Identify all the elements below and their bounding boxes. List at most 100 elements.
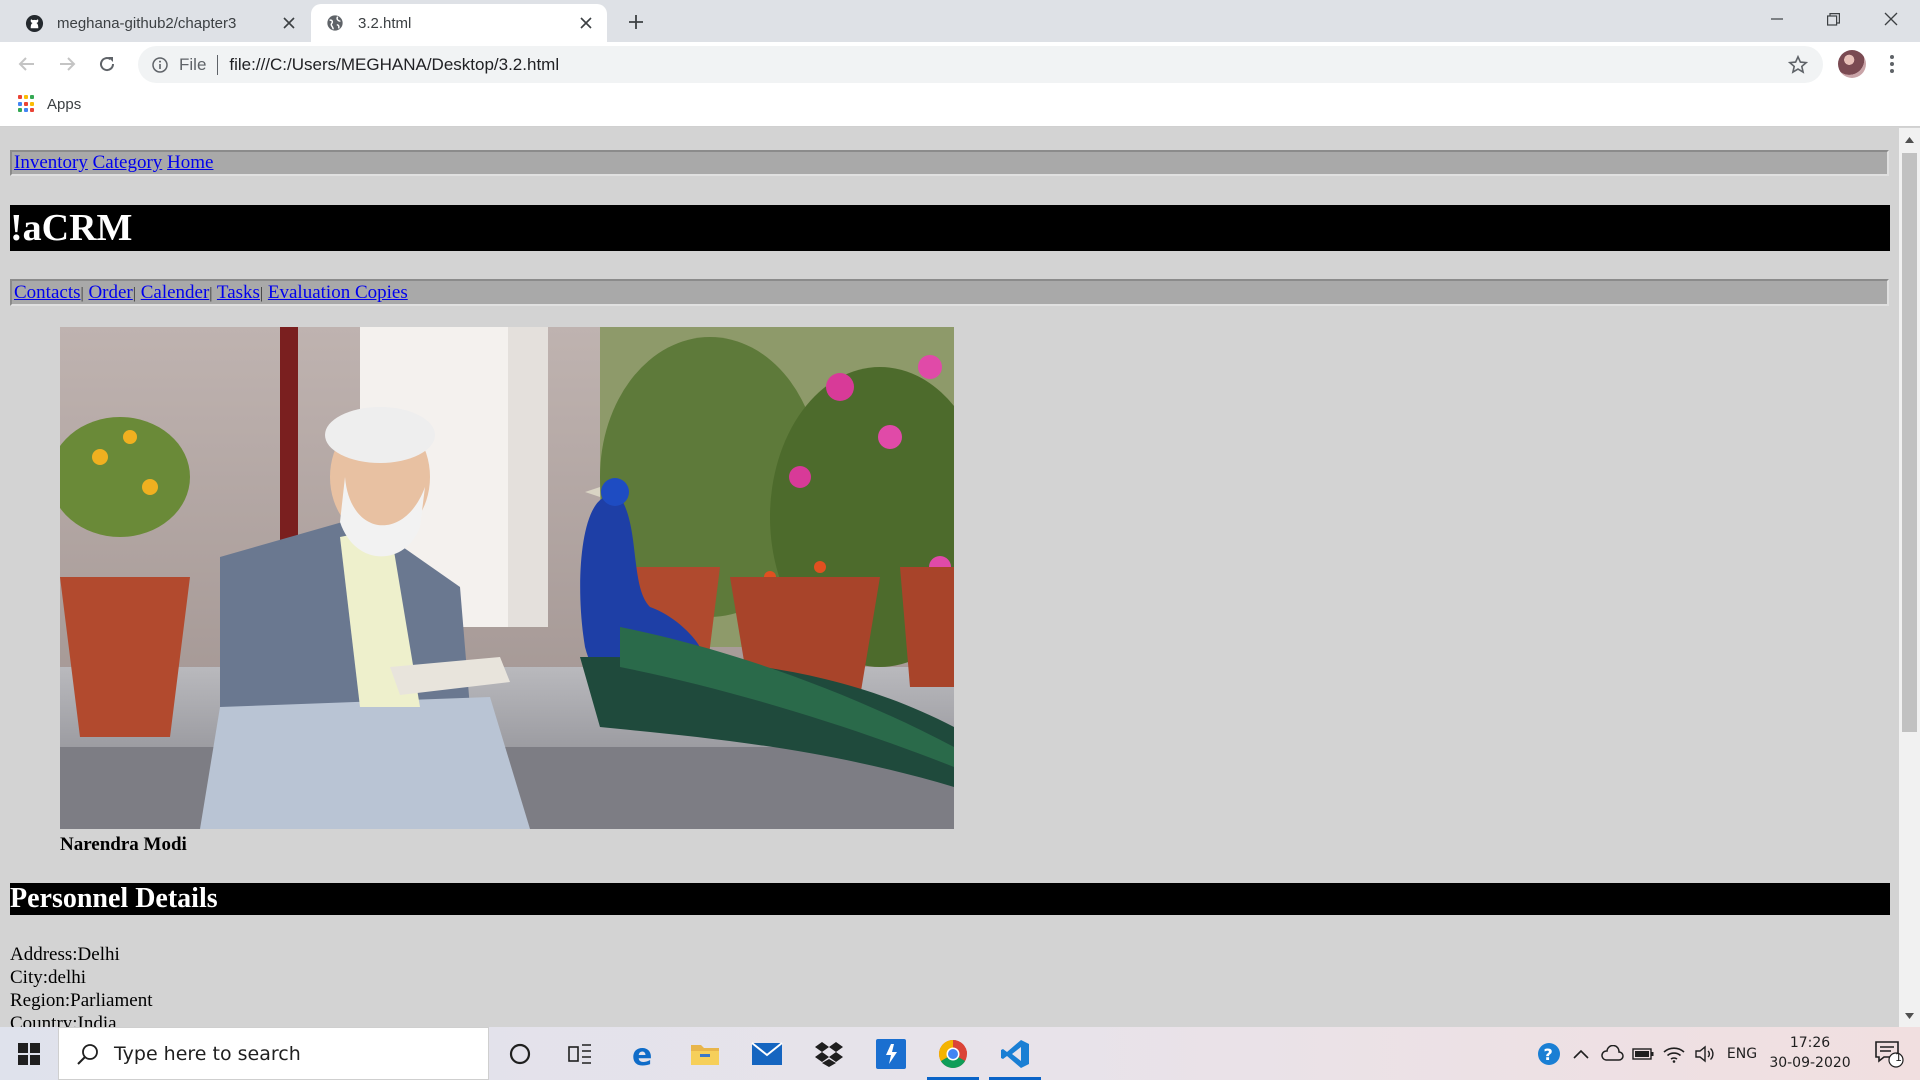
windows-logo-icon	[18, 1042, 40, 1065]
taskbar-clock[interactable]: 17:26 30-09-2020	[1765, 1033, 1855, 1073]
input-language[interactable]: ENG	[1722, 1027, 1762, 1080]
scrollbar-thumb[interactable]	[1902, 153, 1917, 732]
minimize-button[interactable]	[1750, 0, 1804, 38]
show-hidden-icons-button[interactable]	[1568, 1027, 1594, 1080]
restore-icon	[1826, 12, 1840, 26]
clock-time: 17:26	[1789, 1035, 1831, 1051]
url-text[interactable]: file:///C:/Users/MEGHANA/Desktop/3.2.htm…	[229, 55, 559, 75]
tab-active-page[interactable]: 3.2.html	[311, 4, 607, 42]
chrome-icon	[939, 1039, 967, 1068]
forward-button[interactable]	[50, 47, 84, 81]
powershell-icon	[876, 1038, 906, 1069]
search-placeholder: Type here to search	[114, 1042, 301, 1065]
dropbox-button[interactable]	[799, 1027, 859, 1080]
close-icon	[1884, 12, 1898, 26]
cloud-sync-icon	[1601, 1044, 1624, 1061]
chrome-button[interactable]	[923, 1027, 983, 1080]
scroll-up-icon[interactable]	[1904, 134, 1915, 145]
nav-link-evaluation-copies[interactable]: Evaluation Copies	[268, 282, 408, 303]
page-viewport: Inventory Category Home !aCRM Contacts| …	[0, 128, 1899, 1027]
new-tab-button[interactable]	[622, 8, 650, 36]
nav-separator: |	[80, 285, 84, 302]
detail-address: Address:Delhi	[10, 944, 120, 965]
file-explorer-button[interactable]	[675, 1027, 735, 1080]
nav-separator: |	[209, 285, 213, 302]
dropbox-icon	[815, 1041, 843, 1067]
cortana-icon	[509, 1043, 531, 1064]
plus-icon	[629, 15, 643, 29]
forward-arrow-icon	[60, 57, 76, 71]
folder-icon	[691, 1044, 719, 1065]
vscode-icon	[1001, 1039, 1029, 1068]
github-icon	[24, 13, 44, 33]
mail-button[interactable]	[737, 1027, 797, 1080]
bookmark-star-icon[interactable]	[1787, 54, 1809, 76]
edge-browser-icon: e	[632, 1040, 652, 1068]
search-icon	[76, 1042, 100, 1066]
scroll-down-icon[interactable]	[1904, 1010, 1915, 1021]
apps-grid-icon	[18, 95, 36, 113]
nav-link-category[interactable]: Category	[93, 152, 163, 173]
address-bar[interactable]: File file:///C:/Users/MEGHANA/Desktop/3.…	[138, 46, 1823, 83]
start-button[interactable]	[0, 1027, 58, 1080]
apps-shortcut[interactable]: Apps	[18, 95, 81, 113]
tab-strip: meghana-github2/chapter3 3.2.html	[0, 0, 1920, 42]
mail-icon	[751, 1041, 783, 1065]
back-button[interactable]	[10, 47, 44, 81]
nav-link-calender[interactable]: Calender	[141, 282, 210, 303]
close-tab-icon[interactable]	[276, 10, 302, 36]
sub-navigation: Contacts| Order| Calender| Tasks| Evalua…	[10, 279, 1889, 306]
help-icon: ?	[1538, 1042, 1560, 1065]
powershell-button[interactable]	[861, 1027, 921, 1080]
back-arrow-icon	[18, 57, 34, 71]
nav-link-inventory[interactable]: Inventory	[14, 152, 88, 173]
nav-link-order[interactable]: Order	[88, 282, 132, 303]
section-heading-personnel: Personnel Details	[10, 883, 1890, 915]
task-view-button[interactable]	[550, 1027, 610, 1080]
profile-avatar[interactable]	[1838, 50, 1866, 78]
nav-separator: |	[259, 285, 264, 302]
notification-count: 1	[1895, 1051, 1902, 1064]
detail-city: City:delhi	[10, 967, 86, 988]
tab-github[interactable]: meghana-github2/chapter3	[12, 4, 310, 42]
page-scrollbar[interactable]	[1899, 128, 1920, 1027]
vscode-button[interactable]	[985, 1027, 1045, 1080]
browser-menu-button[interactable]	[1882, 50, 1902, 78]
reload-button[interactable]	[90, 47, 124, 81]
minimize-icon	[1771, 18, 1783, 20]
info-icon[interactable]	[150, 55, 170, 75]
nav-link-contacts[interactable]: Contacts	[14, 282, 81, 303]
action-center-button[interactable]: 1	[1866, 1027, 1912, 1080]
reload-icon	[100, 57, 115, 72]
personnel-details: Address:Delhi City:delhi Region:Parliame…	[10, 943, 152, 1027]
help-tray-button[interactable]: ?	[1534, 1027, 1564, 1080]
detail-country: Country:India	[10, 1013, 117, 1027]
nav-link-tasks[interactable]: Tasks	[217, 282, 260, 303]
tab-title: 3.2.html	[358, 14, 412, 32]
photo-caption: Narendra Modi	[60, 834, 187, 855]
profile-photo	[60, 327, 954, 829]
close-window-button[interactable]	[1864, 0, 1918, 38]
close-tab-icon[interactable]	[573, 10, 599, 36]
top-navigation: Inventory Category Home	[10, 150, 1889, 176]
taskbar-search[interactable]: Type here to search	[58, 1027, 489, 1080]
edge-button[interactable]: e	[614, 1027, 674, 1080]
onedrive-tray-button[interactable]	[1597, 1027, 1627, 1080]
url-scheme-label: File	[179, 54, 207, 74]
apps-label: Apps	[47, 95, 82, 113]
nav-link-home[interactable]: Home	[167, 152, 213, 173]
kebab-menu-icon	[1890, 55, 1894, 73]
battery-tray-button[interactable]	[1628, 1027, 1658, 1080]
cortana-button[interactable]	[490, 1027, 550, 1080]
restore-button[interactable]	[1806, 0, 1860, 38]
bookmarks-bar: Apps	[0, 87, 1920, 127]
svg-text:e: e	[632, 1040, 652, 1068]
clock-date: 30-09-2020	[1769, 1055, 1851, 1071]
task-view-icon	[568, 1043, 591, 1064]
address-divider	[217, 54, 219, 75]
volume-tray-button[interactable]	[1690, 1027, 1720, 1080]
wifi-tray-button[interactable]	[1659, 1027, 1689, 1080]
chevron-up-icon	[1573, 1049, 1589, 1059]
nav-separator: |	[132, 285, 136, 302]
site-title-banner: !aCRM	[10, 205, 1890, 251]
